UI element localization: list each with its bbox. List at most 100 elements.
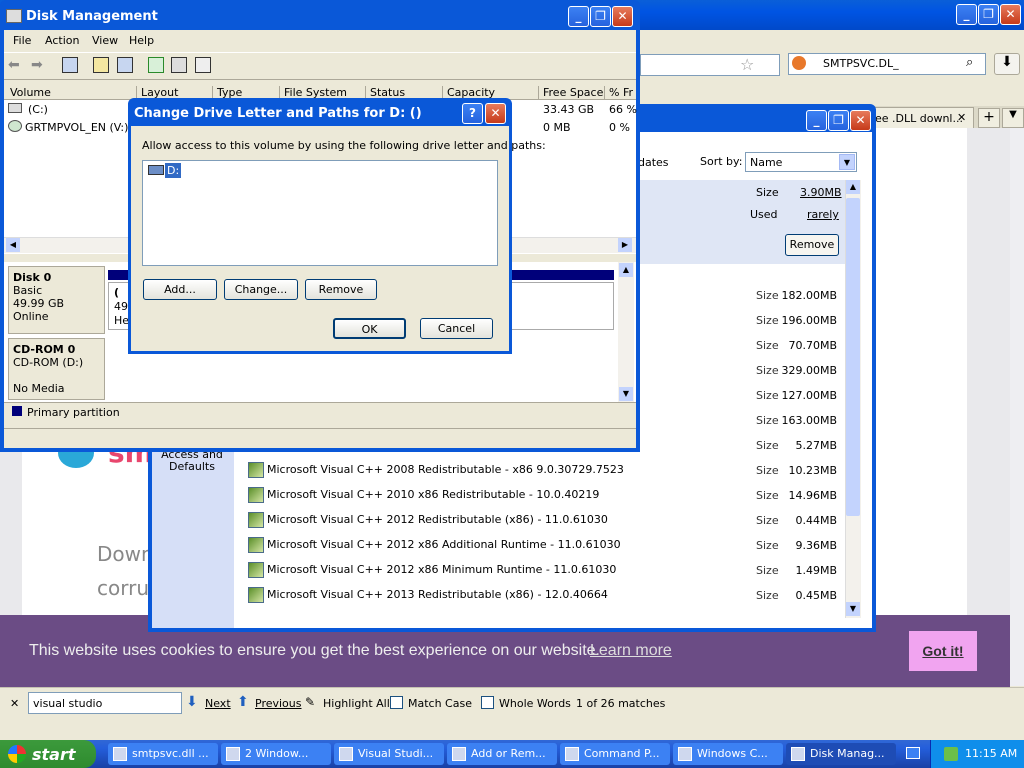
help-icon[interactable] [93, 57, 109, 73]
search-engine-icon[interactable] [792, 56, 806, 70]
taskbar-item[interactable]: smtpsvc.dll ... [108, 743, 218, 765]
help-icon[interactable]: ? [462, 103, 483, 124]
highlight-all-button[interactable]: Highlight All [323, 697, 390, 710]
remove-button[interactable]: Remove [305, 279, 377, 300]
network-icon[interactable] [944, 747, 958, 761]
arp-scroll-down-icon[interactable]: ▼ [846, 602, 860, 616]
selected-used-value[interactable]: rarely [807, 208, 839, 221]
arp-scroll-thumb[interactable] [846, 198, 860, 516]
col-volume[interactable]: Volume [6, 86, 51, 100]
volume-v-pct: 0 % [609, 121, 630, 134]
search-input[interactable]: SMTPSVC.DL_ [788, 53, 986, 75]
find-previous-button[interactable]: Previous [255, 697, 302, 710]
arp-remove-button[interactable]: Remove [785, 234, 839, 256]
graph-scroll-up-icon[interactable]: ▲ [619, 263, 633, 277]
program-name: Microsoft Visual C++ 2012 Redistributabl… [267, 513, 608, 526]
taskbar-item[interactable]: Visual Studi... [334, 743, 444, 765]
whole-words-checkbox[interactable] [481, 696, 494, 709]
ok-button[interactable]: OK [333, 318, 406, 339]
graph-scroll-down-icon[interactable]: ▼ [619, 387, 633, 401]
selected-used-label: Used [750, 208, 778, 221]
bookmark-star-icon[interactable]: ☆ [740, 55, 754, 74]
refresh-icon[interactable] [148, 57, 164, 73]
taskbar-item-label: Command P... [584, 747, 660, 760]
drive-paths-list[interactable] [142, 160, 498, 266]
new-tab-icon[interactable]: + [978, 108, 1000, 128]
taskbar-item[interactable]: Windows C... [673, 743, 783, 765]
arp-close-icon[interactable]: ✕ [850, 110, 871, 131]
drive-letter-icon [148, 165, 164, 175]
volume-c-name[interactable]: (C:) [28, 103, 48, 116]
menu-action[interactable]: Action [45, 34, 79, 47]
search-icon[interactable]: ⌕ [966, 55, 973, 70]
menu-help[interactable]: Help [129, 34, 154, 47]
disk0-label[interactable]: Disk 0 Basic 49.99 GB Online [8, 266, 105, 334]
volume-v-free: 0 MB [543, 121, 571, 134]
arp-show-updates-label[interactable]: dates [638, 156, 669, 169]
scroll-left-icon[interactable]: ◀ [6, 238, 20, 252]
selected-size-value[interactable]: 3.90MB [800, 186, 842, 199]
menu-view[interactable]: View [92, 34, 118, 47]
find-next-button[interactable]: Next [205, 697, 231, 710]
match-case-label: Match Case [408, 697, 472, 710]
col-free-space[interactable]: Free Space [538, 86, 603, 100]
dm-close-icon[interactable]: ✕ [612, 6, 633, 27]
arp-access-defaults-label[interactable]: Access and Defaults [158, 449, 226, 473]
find-close-icon[interactable]: ✕ [10, 697, 19, 710]
rescan-icon[interactable] [171, 57, 187, 73]
volume-v-name[interactable]: GRTMPVOL_EN (V:) [25, 121, 128, 134]
program-size-value: 0.44MB [795, 514, 837, 527]
taskbar-item[interactable]: Disk Manag... [786, 743, 896, 765]
search-input-value: SMTPSVC.DL_ [823, 57, 899, 70]
arp-minimize-icon[interactable]: _ [806, 110, 827, 131]
program-icon [248, 487, 264, 503]
primary-partition-swatch [12, 406, 22, 416]
program-size-value: 9.36MB [795, 539, 837, 552]
legend-primary-partition: Primary partition [27, 406, 120, 419]
tab-close-icon[interactable]: ✕ [957, 111, 966, 124]
page-text-line1: Down [97, 542, 154, 566]
volume-c-free: 33.43 GB [543, 103, 595, 116]
find-next-icon[interactable]: ⬇ [186, 694, 198, 710]
maximize-icon[interactable]: ❐ [978, 4, 999, 25]
col-percent-free[interactable]: % Fr [604, 86, 633, 100]
page-scrollbar[interactable] [1010, 128, 1024, 686]
arp-scroll-up-icon[interactable]: ▲ [846, 180, 860, 194]
tab-list-icon[interactable]: ▼ [1002, 108, 1024, 128]
cookie-accept-button[interactable]: Got it! [909, 631, 977, 671]
taskbar-item[interactable]: Add or Rem... [447, 743, 557, 765]
taskbar-item[interactable]: Command P... [560, 743, 670, 765]
tab-title: ee .DLL downl... [875, 112, 963, 125]
chevron-down-icon[interactable]: ▼ [839, 154, 855, 170]
match-case-checkbox[interactable] [390, 696, 403, 709]
arp-maximize-icon[interactable]: ❐ [828, 110, 849, 131]
url-bar[interactable] [640, 54, 780, 76]
cancel-button[interactable]: Cancel [420, 318, 493, 339]
forward-icon[interactable]: ➡ [31, 57, 47, 73]
scroll-right-icon[interactable]: ▶ [618, 238, 632, 252]
back-icon[interactable]: ⬅ [8, 57, 24, 73]
highlight-icon[interactable]: ✎ [305, 695, 315, 709]
minimize-icon[interactable]: _ [956, 4, 977, 25]
cdrom0-name: CD-ROM 0 [13, 343, 76, 356]
change-button[interactable]: Change... [224, 279, 298, 300]
dialog-close-icon[interactable]: ✕ [485, 103, 506, 124]
cdrom0-label[interactable]: CD-ROM 0 CD-ROM (D:) No Media [8, 338, 105, 400]
graph-scrollbar[interactable] [618, 262, 634, 402]
download-icon[interactable]: ⬇ [994, 53, 1020, 75]
properties-icon[interactable] [117, 57, 133, 73]
find-previous-icon[interactable]: ⬆ [237, 694, 249, 710]
cookie-learn-more-link[interactable]: Learn more [590, 642, 672, 660]
close-icon[interactable]: ✕ [1000, 4, 1021, 25]
menu-file[interactable]: File [13, 34, 31, 47]
keyboard-icon[interactable] [906, 747, 920, 759]
taskbar-item[interactable]: 2 Window... [221, 743, 331, 765]
dm-minimize-icon[interactable]: _ [568, 6, 589, 27]
program-icon [248, 562, 264, 578]
show-hide-tree-icon[interactable] [62, 57, 78, 73]
settings-icon[interactable] [195, 57, 211, 73]
add-button[interactable]: Add... [143, 279, 217, 300]
find-input[interactable]: visual studio [28, 692, 182, 714]
dm-maximize-icon[interactable]: ❐ [590, 6, 611, 27]
drive-path-item[interactable]: D: [165, 163, 182, 178]
